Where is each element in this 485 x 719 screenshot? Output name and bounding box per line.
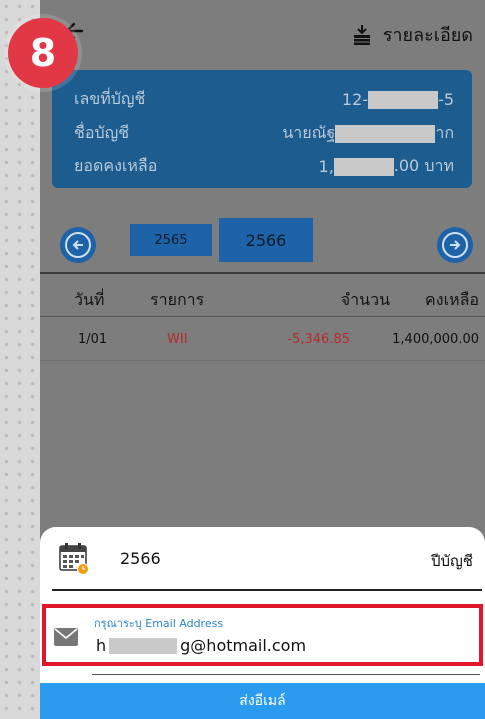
previous-year-button[interactable] xyxy=(60,227,96,263)
table-row[interactable]: 1/01 WII -5,346.85 1,400,000.00 xyxy=(40,322,485,362)
account-balance-suffix: .00 บาท xyxy=(393,156,454,175)
year-chip-previous[interactable]: 2565 xyxy=(130,224,212,256)
calendar-icon xyxy=(59,543,89,575)
email-field[interactable]: h g@hotmail.com xyxy=(96,636,306,655)
statement-screen: รายละเอียด เลขที่บัญชี 12- -5 ชื่อบัญชี … xyxy=(40,0,485,719)
account-number-row: เลขที่บัญชี 12- -5 xyxy=(74,87,454,112)
col-balance: คงเหลือ xyxy=(425,290,479,309)
col-amount: จำนวน xyxy=(340,290,390,309)
detail-link[interactable]: รายละเอียด xyxy=(351,20,473,49)
col-item: รายการ xyxy=(150,290,205,309)
col-date: วันที่ xyxy=(74,290,105,309)
divider xyxy=(40,272,485,274)
masked-redaction xyxy=(335,124,436,143)
account-balance-prefix: 1, xyxy=(318,157,334,176)
mail-icon xyxy=(54,628,78,646)
account-balance-value: 1, .00 บาท xyxy=(319,154,454,179)
row-separator xyxy=(40,360,485,361)
year-chip-current[interactable]: 2566 xyxy=(219,218,313,262)
account-number-suffix: -5 xyxy=(438,90,454,109)
account-balance-row: ยอดคงเหลือ 1, .00 บาท xyxy=(74,154,454,179)
email-underline xyxy=(92,674,480,675)
detail-label: รายละเอียด xyxy=(382,25,473,46)
account-name-label: ชื่อบัญชี xyxy=(74,123,130,142)
account-balance-label: ยอดคงเหลือ xyxy=(74,156,158,175)
row-balance: 1,400,000.00 xyxy=(392,332,479,347)
masked-redaction xyxy=(333,157,394,176)
email-bottom-sheet: 2566 ปีบัญชี กรุณาระบุ Email Address h g… xyxy=(40,527,485,719)
account-card: เลขที่บัญชี 12- -5 ชื่อบัญชี นายณัฐ าก ย… xyxy=(52,70,472,188)
row-item: WII xyxy=(167,332,188,347)
arrow-left-icon xyxy=(65,232,91,258)
account-number-value: 12- -5 xyxy=(342,87,454,112)
header: รายละเอียด xyxy=(40,0,485,66)
next-year-button[interactable] xyxy=(437,227,473,263)
email-prefix: h xyxy=(96,636,107,655)
masked-redaction xyxy=(109,637,178,654)
download-detail-icon xyxy=(353,24,370,45)
account-name-row: ชื่อบัญชี นายณัฐ าก xyxy=(74,121,454,146)
year-selector: 2565 2566 xyxy=(40,205,485,271)
account-name-prefix: นายณัฐ xyxy=(282,123,336,142)
account-name-suffix: าก xyxy=(435,123,454,142)
account-number-label: เลขที่บัญชี xyxy=(74,89,146,108)
sheet-year-value[interactable]: 2566 xyxy=(120,549,161,568)
divider xyxy=(52,589,482,591)
row-amount: -5,346.85 xyxy=(287,332,350,347)
arrow-right-icon xyxy=(442,232,468,258)
send-email-button[interactable]: ส่งอีเมล์ xyxy=(40,683,485,719)
masked-redaction xyxy=(368,90,439,109)
table-header: วันที่ รายการ จำนวน คงเหลือ xyxy=(40,278,485,318)
email-suffix: g@hotmail.com xyxy=(180,636,307,655)
email-field-label: กรุณาระบุ Email Address xyxy=(94,617,224,630)
left-decorative-strip xyxy=(0,0,40,719)
divider xyxy=(40,316,485,317)
account-number-prefix: 12- xyxy=(341,90,369,109)
account-name-value: นายณัฐ าก xyxy=(282,121,454,146)
row-date: 1/01 xyxy=(78,332,108,347)
email-input-highlight: กรุณาระบุ Email Address h g@hotmail.com xyxy=(42,604,483,666)
step-badge: 8 xyxy=(8,18,78,88)
fiscal-year-label: ปีบัญชี xyxy=(430,552,473,570)
